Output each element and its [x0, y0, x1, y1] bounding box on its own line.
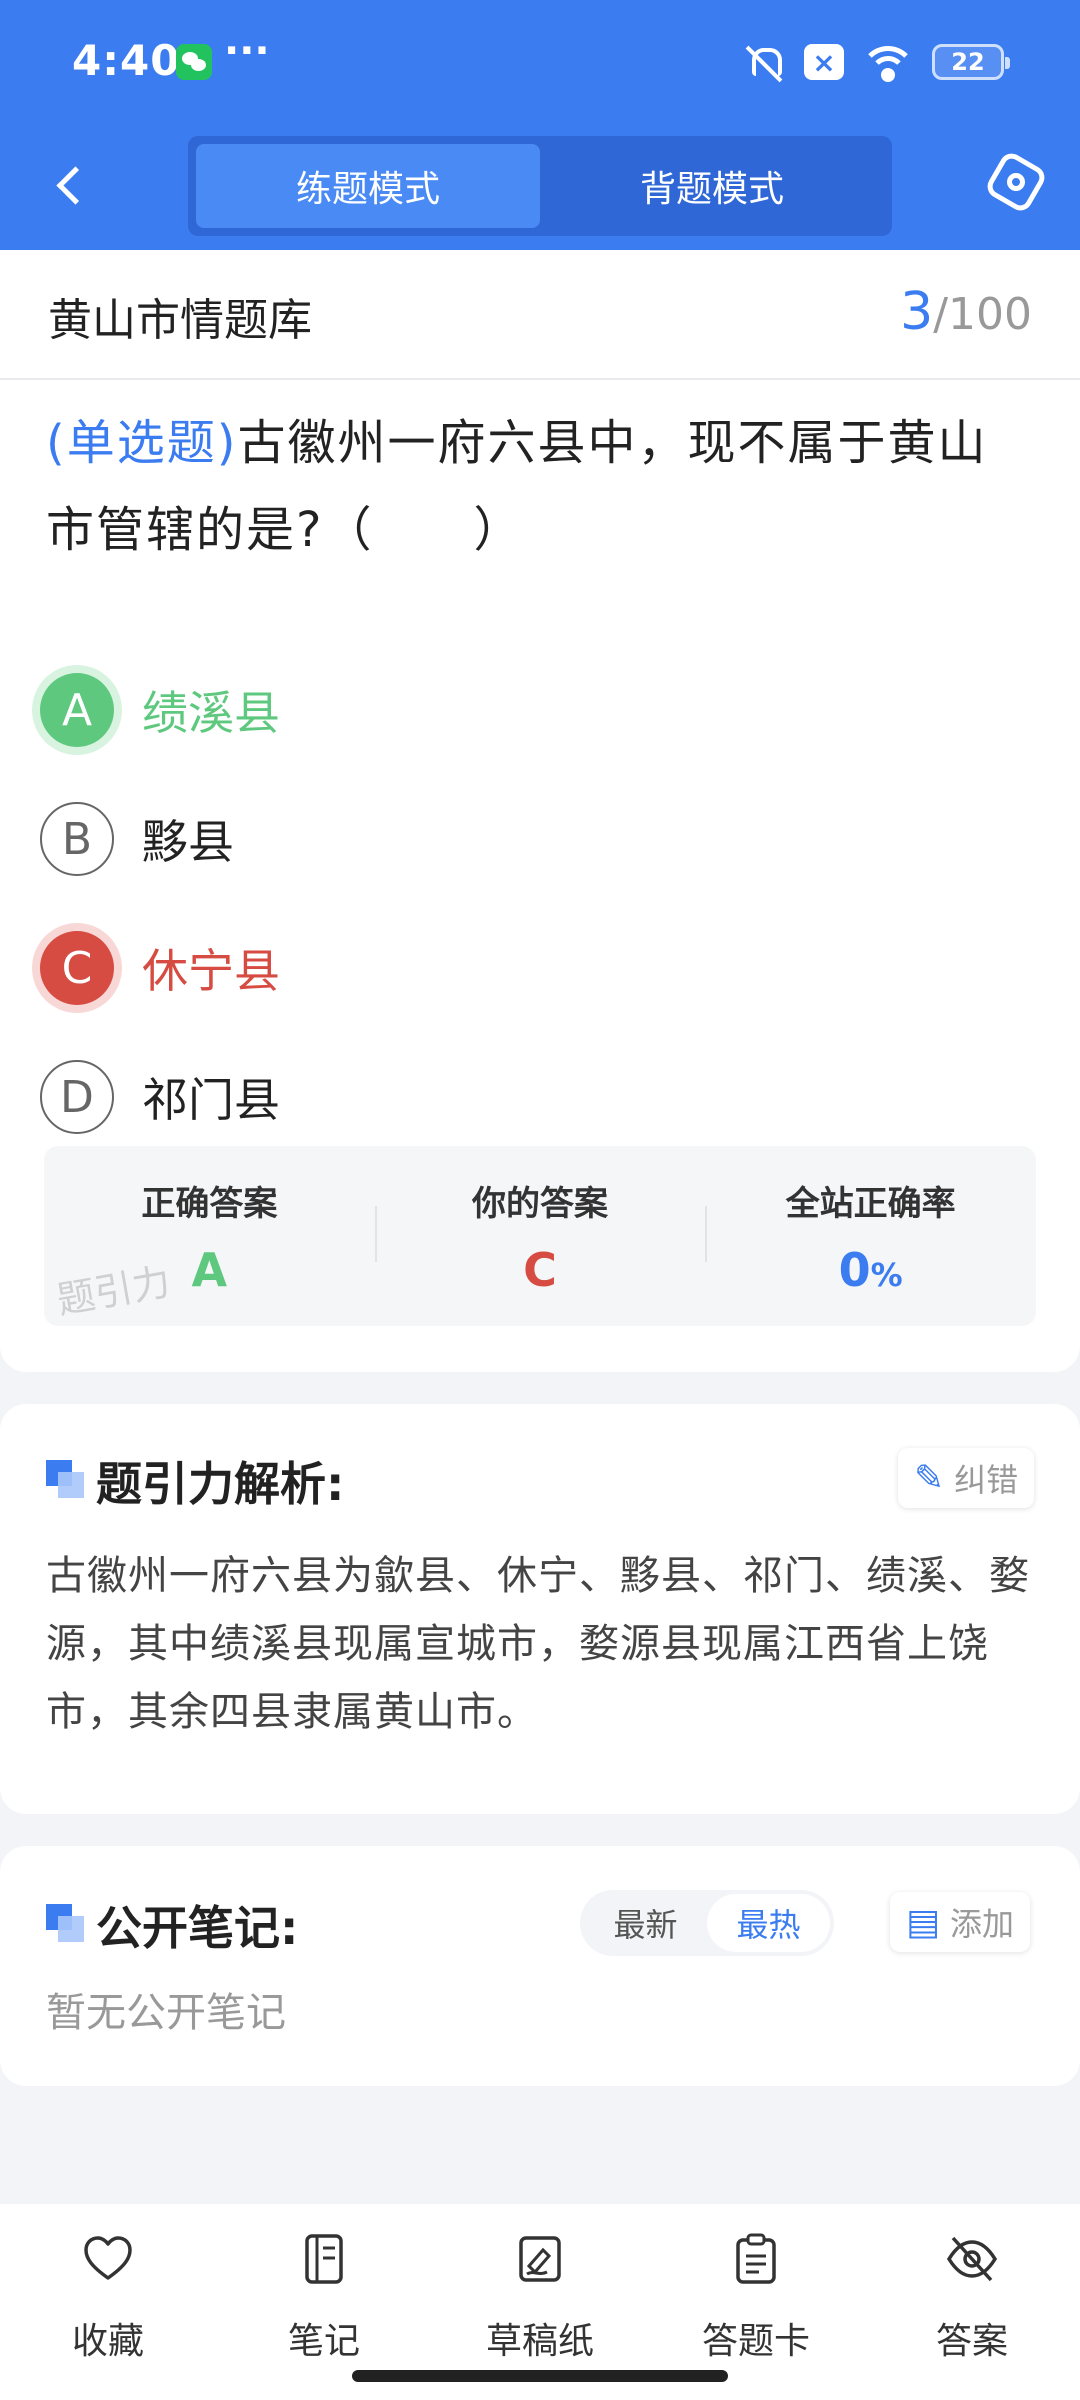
back-button[interactable]: [40, 150, 110, 220]
notes-title: 公开笔记:: [96, 1901, 299, 1955]
option-d-marker: D: [40, 1060, 114, 1134]
answer-sheet-label: 答题卡: [701, 2321, 810, 2362]
answer-summary: 正确答案 A 题引力 你的答案 C 全站正确率 0%: [44, 1146, 1036, 1326]
top-bar: 4:40 ··· × 22 练题模式 背题模式: [0, 0, 1080, 250]
status-icons: × 22: [744, 38, 1010, 86]
current-question-number: 3: [900, 282, 934, 342]
question-bank-row: 黄山市情题库 3/100: [0, 250, 1080, 380]
accuracy-rate-value: 0%: [705, 1243, 1036, 1297]
more-notifications-icon: ···: [224, 28, 270, 74]
clipboard-icon: [736, 2233, 776, 2284]
app-header: 练题模式 背题模式: [0, 120, 1080, 250]
add-note-label: 添加: [950, 1905, 1015, 1943]
analysis-card: 题引力解析: ✎ 纠错 古徽州一府六县为歙县、休宁、黟县、祁门、绩溪、婺源，其中…: [0, 1404, 1080, 1814]
accuracy-rate-number: 0: [838, 1243, 871, 1297]
settings-button[interactable]: [986, 152, 1046, 212]
report-error-button[interactable]: ✎ 纠错: [898, 1448, 1035, 1508]
option-d-text: 祁门县: [142, 1073, 280, 1127]
battery-icon: 22: [932, 44, 1010, 80]
option-a-text: 绩溪县: [142, 686, 280, 740]
tab-memorize-mode[interactable]: 背题模式: [540, 144, 884, 228]
home-indicator[interactable]: [352, 2370, 728, 2382]
correct-answer-col: 正确答案 A 题引力: [44, 1146, 375, 1326]
eye-off-icon: [946, 2236, 998, 2282]
section-squares-icon: [46, 1904, 84, 1942]
wifi-icon: [864, 42, 912, 82]
add-note-button[interactable]: ▤ 添加: [890, 1892, 1031, 1952]
comment-icon: ▤: [906, 1901, 941, 1943]
heart-icon: [84, 2236, 132, 2280]
accuracy-rate-col: 全站正确率 0%: [705, 1146, 1036, 1326]
option-c[interactable]: C 休宁县: [40, 920, 280, 1016]
question-text: (单选题)古徽州一府六县中，现不属于黄山市管辖的是?（ ）: [46, 400, 1036, 574]
section-squares-icon: [46, 1460, 84, 1498]
status-time: 4:40: [72, 36, 181, 85]
draft-label: 草稿纸: [485, 2321, 594, 2362]
close-box-icon: ×: [804, 44, 844, 80]
your-answer-col: 你的答案 C: [374, 1146, 706, 1326]
option-c-marker: C: [40, 931, 114, 1005]
empty-notes-text: 暂无公开笔记: [46, 1990, 286, 2036]
notes-sort-toggle: 最新 最热: [580, 1890, 834, 1956]
favorite-button[interactable]: 收藏: [0, 2204, 216, 2400]
option-d[interactable]: D 祁门县: [40, 1049, 280, 1145]
notes-card: 公开笔记: 最新 最热 ▤ 添加 暂无公开笔记: [0, 1846, 1080, 2086]
option-a-marker: A: [40, 673, 114, 747]
edit-icon: ✎: [914, 1457, 945, 1499]
option-b[interactable]: B 黟县: [40, 791, 234, 887]
question-progress: 3/100: [900, 282, 1032, 342]
analysis-text: 古徽州一府六县为歙县、休宁、黟县、祁门、绩溪、婺源，其中绩溪县现属宣城市，婺源县…: [46, 1553, 1030, 1735]
wechat-icon: [176, 44, 212, 80]
report-error-label: 纠错: [954, 1461, 1019, 1499]
favorite-label: 收藏: [71, 2321, 144, 2362]
question-card: 黄山市情题库 3/100 (单选题)古徽州一府六县中，现不属于黄山市管辖的是?（…: [0, 250, 1080, 1372]
analysis-title: 题引力解析:: [96, 1457, 345, 1511]
accuracy-rate-unit: %: [870, 1256, 903, 1294]
notes-label: 笔记: [287, 2321, 360, 2362]
your-answer-label: 你的答案: [472, 1184, 608, 1224]
correct-answer-label: 正确答案: [141, 1184, 278, 1224]
option-a[interactable]: A 绩溪县: [40, 662, 280, 758]
draft-icon: [519, 2236, 561, 2282]
show-answer-label: 答案: [935, 2321, 1008, 2362]
mode-switch: 练题模式 背题模式: [188, 136, 892, 236]
total-questions: /100: [933, 289, 1032, 340]
show-answer-button[interactable]: 答案: [864, 2204, 1080, 2400]
notebook-icon: [305, 2234, 343, 2284]
option-b-marker: B: [40, 802, 114, 876]
question-type: (单选题): [46, 415, 238, 471]
accuracy-rate-label: 全站正确率: [785, 1184, 956, 1224]
sort-hottest[interactable]: 最热: [707, 1894, 830, 1952]
status-bar: 4:40 ··· × 22: [0, 0, 1080, 120]
sort-latest[interactable]: 最新: [584, 1894, 707, 1952]
your-answer-value: C: [523, 1243, 557, 1297]
settings-icon: [992, 158, 1040, 206]
option-b-text: 黟县: [142, 815, 234, 869]
option-c-text: 休宁县: [142, 944, 280, 998]
bell-off-icon: [744, 42, 784, 82]
question-bank-title: 黄山市情题库: [48, 295, 312, 346]
tab-practice-mode[interactable]: 练题模式: [196, 144, 540, 228]
